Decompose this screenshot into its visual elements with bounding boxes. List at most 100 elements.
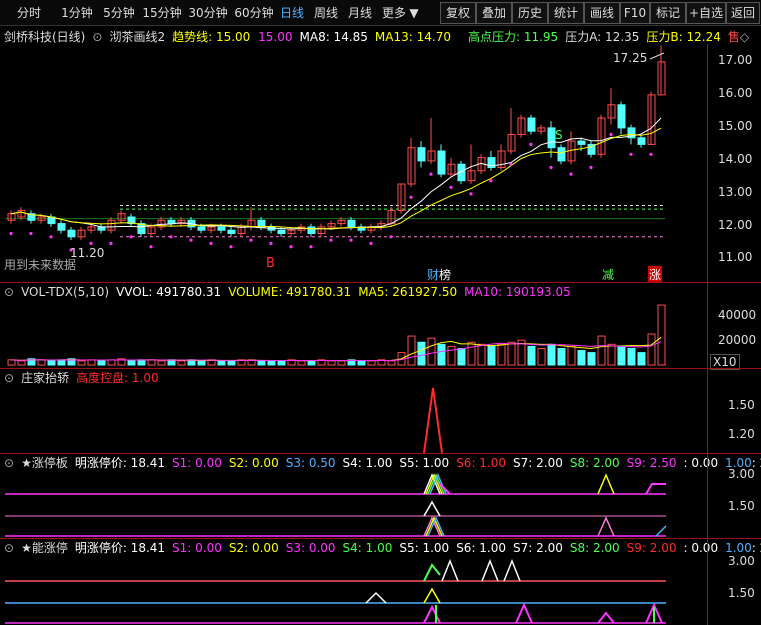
zt2-signal [515,602,533,624]
volume-bar [227,360,236,366]
volume-bar [327,360,336,366]
zt1-s6: S6: 1.00 [456,456,507,470]
banker-tick: 1.20 [728,427,755,441]
candle-body [637,137,646,145]
volume-tick: 40000 [718,308,757,322]
volume-chart[interactable] [0,299,761,367]
zt1-s1: S1: 0.00 [172,456,222,470]
zt1-tick: 3.00 [728,467,755,481]
zt2-s9: S9: 2.00 [626,541,677,555]
volume-bar [437,343,446,366]
draw-button[interactable]: 画线 [584,2,620,24]
zt1-toggle-icon[interactable]: ⊙ [4,456,14,470]
back-button[interactable]: 返回 [726,2,760,24]
period-more[interactable]: 更多 [380,4,408,22]
volume-bar [37,359,46,366]
volume-bar [617,345,626,366]
period-1min[interactable]: 1分钟 [58,4,96,22]
price-tick: 11.00 [718,250,753,264]
overlay-button[interactable]: 叠加 [476,2,512,24]
volume-bar [127,360,136,366]
volume-bar [647,333,656,366]
volume-bar [597,335,606,366]
zt2-indicator-name[interactable]: ★能涨停 [21,541,68,555]
zt2-s6: S6: 1.00 [456,541,507,555]
trend-dot [29,231,33,236]
period-60min[interactable]: 60分钟 [232,4,276,22]
period-daily[interactable]: 日线 [278,4,306,22]
history-button[interactable]: 历史 [512,2,548,24]
fuquan-button[interactable]: 复权 [440,2,476,24]
volume-bar [257,360,266,366]
trend-dot [249,238,253,242]
vol-ma5-value: MA5: 261927.50 [358,285,458,299]
period-fenshi[interactable]: 分时 [4,4,54,22]
period-weekly[interactable]: 周线 [312,4,340,22]
stock-name[interactable]: 剑桥科技(日线) [4,30,85,44]
volume-bar [527,345,536,366]
indicator-toggle-icon[interactable]: ⊙ [92,30,102,44]
ma8-line [10,117,662,230]
volume-bar [457,347,466,366]
ma8-value: MA8: 14.85 [299,30,368,44]
mark-button[interactable]: 标记 [650,2,686,24]
sub-label-bang: 榜 [439,268,452,282]
zt2-signal [423,587,441,604]
banker-spike [423,387,443,453]
zt1-s5: S5: 1.00 [399,456,450,470]
volume-bar [197,360,206,366]
zt1-signal [655,525,667,537]
banker-toggle-icon[interactable]: ⊙ [4,371,14,385]
zt1-signal [423,500,441,517]
trend-dot [269,241,273,245]
zt1-s9: S9: 2.50 [626,456,677,470]
volume-toggle-icon[interactable]: ⊙ [4,285,14,299]
zt2-toggle-icon[interactable]: ⊙ [4,541,14,555]
trend-dot [209,241,213,245]
volume-bar [637,352,646,366]
zt2-s5: S5: 1.00 [399,541,450,555]
trend-value-1: 15.00 [215,30,251,44]
candle-body [217,226,226,231]
zt2-signal-chart[interactable] [0,555,761,625]
trend-dot [549,165,553,170]
trend-dot [449,185,453,189]
zt2-tick: 3.00 [728,554,755,568]
volume-indicator-name[interactable]: VOL-TDX(5,10) [21,285,109,299]
zt1-price: 明涨停价: 18.41 [74,456,166,470]
candle-body [197,226,206,231]
candle-body [417,147,426,162]
high-pressure-value: 高点压力: 11.95 [467,30,559,44]
zt1-indicator-name[interactable]: ★涨停板 [21,456,68,470]
volume-bar [297,360,306,366]
volume-tick: 20000 [718,333,757,347]
period-monthly[interactable]: 月线 [346,4,374,22]
zt1-signal-chart[interactable] [0,470,761,538]
candlestick-chart[interactable]: S [0,44,761,284]
candle-body [577,140,586,145]
stats-button[interactable]: 统计 [548,2,584,24]
candle-body [437,150,446,175]
zt2-extra2: 1.00 [725,541,752,555]
more-dropdown-icon[interactable]: ▼ [408,4,420,22]
trend-dot [649,152,653,156]
banker-chart[interactable] [0,385,761,453]
banker-indicator-name[interactable]: 庄家抬轿 [21,371,69,385]
trend-dot [289,245,293,249]
add-watchlist-button[interactable]: +自选 [686,2,726,24]
zt1-tick: 1.50 [728,499,755,513]
candle-body [227,229,236,234]
volume-bar [507,341,516,366]
b-marker: B [266,256,275,271]
trend-dot [489,179,493,183]
diamond-icon: ◇ [739,30,750,44]
trend-dot [9,231,13,236]
volume-bar [497,343,506,366]
period-5min[interactable]: 5分钟 [100,4,138,22]
period-30min[interactable]: 30分钟 [186,4,230,22]
f10-button[interactable]: F10 [620,2,650,24]
period-15min[interactable]: 15分钟 [140,4,184,22]
volume-bar [107,359,116,366]
indicator-name[interactable]: 沏茶画线2 [109,30,165,44]
zt2-s4: S4: 1.00 [342,541,393,555]
